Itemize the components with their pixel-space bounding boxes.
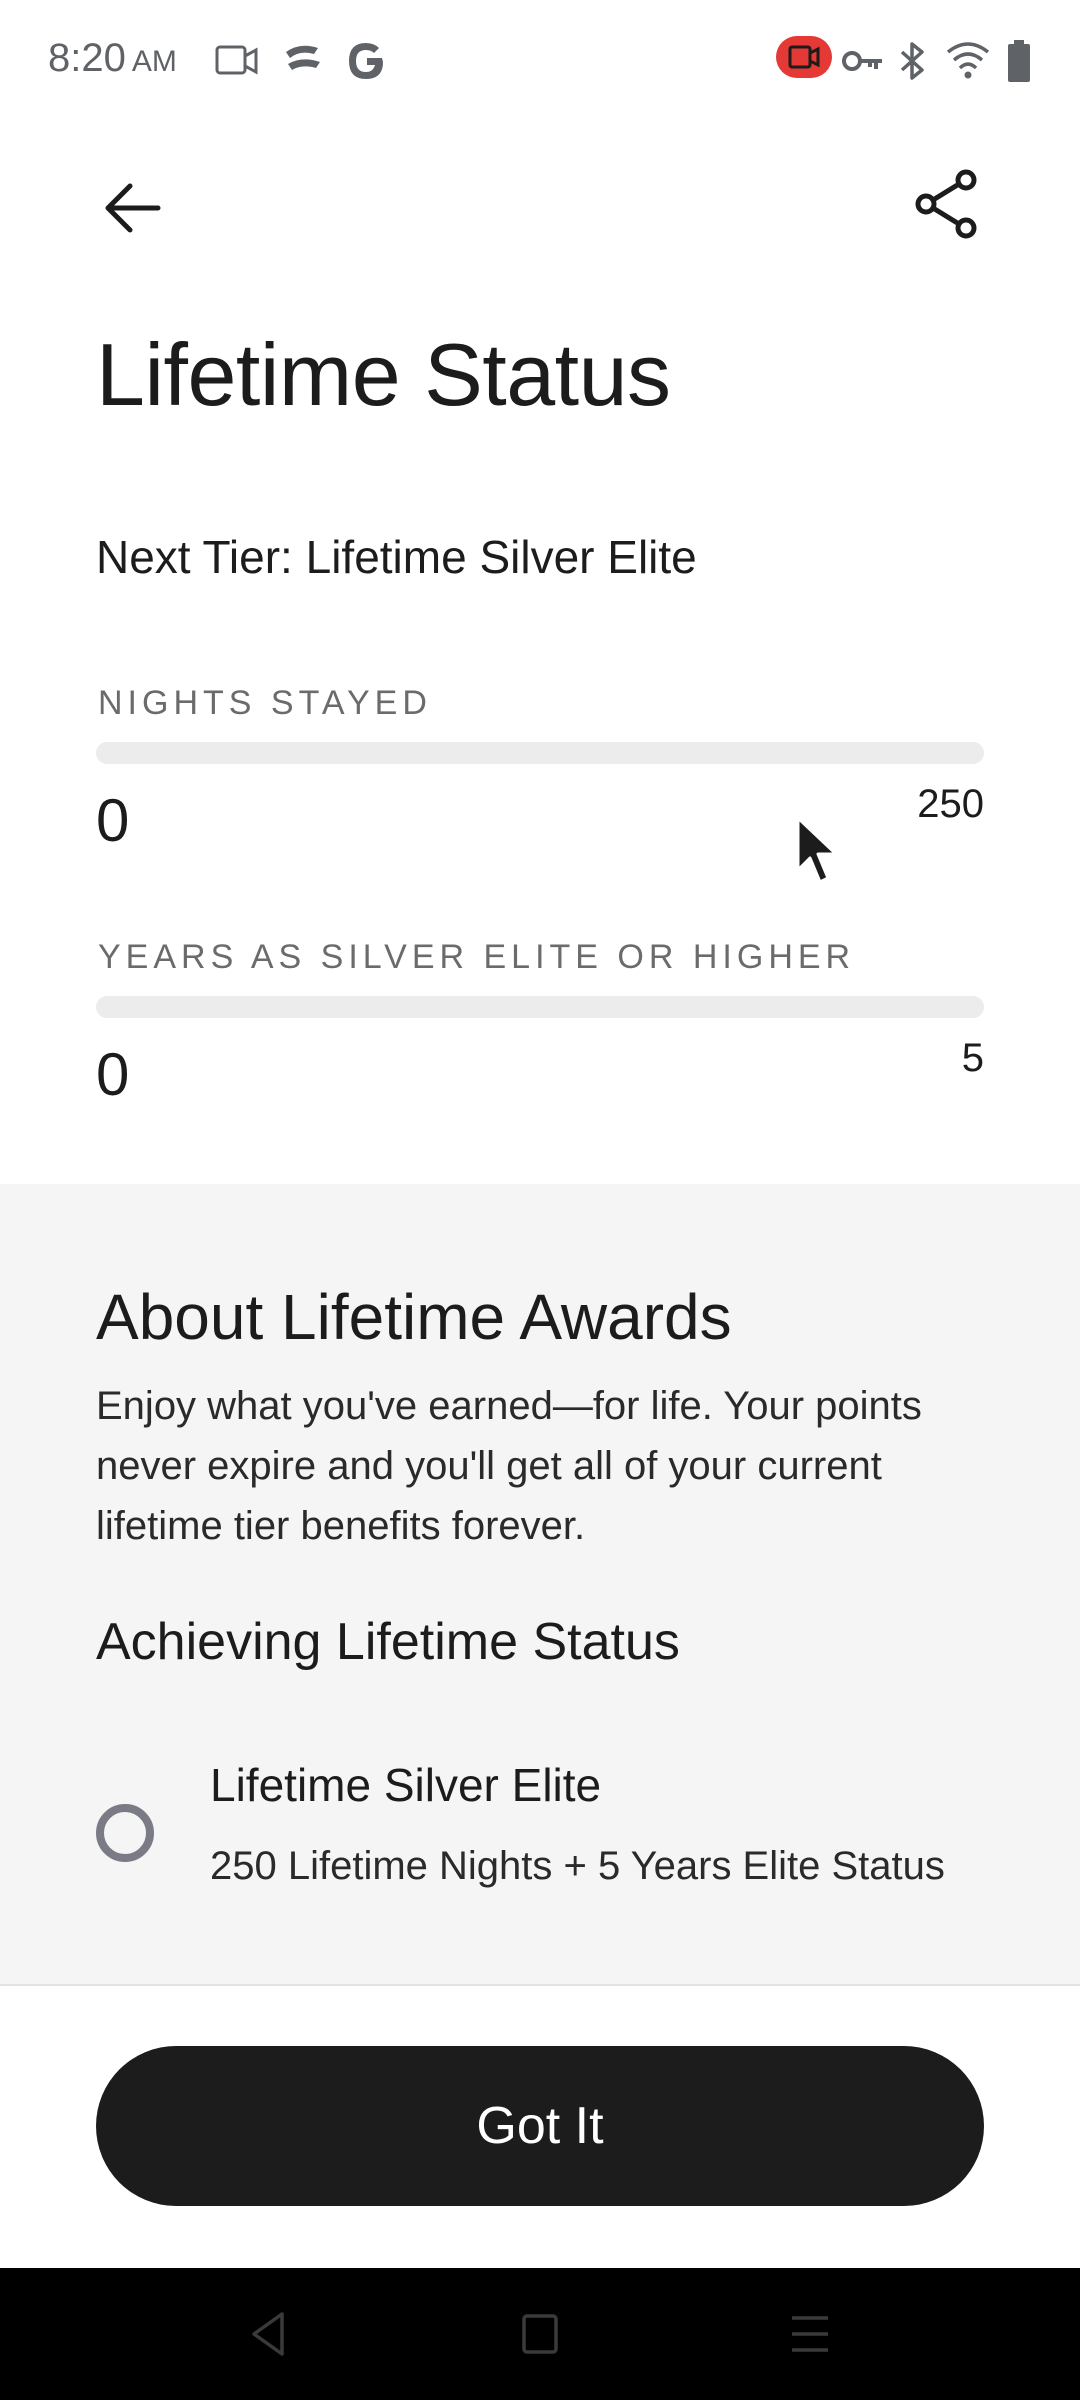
years-goal-value: 5 — [961, 1036, 984, 1080]
about-lifetime-awards-title: About Lifetime Awards — [96, 1281, 732, 1353]
back-button[interactable] — [96, 172, 168, 244]
achieving-status-title: Achieving Lifetime Status — [96, 1613, 680, 1671]
years-progress-bar — [96, 996, 984, 1018]
home-square-icon[interactable] — [516, 2308, 564, 2365]
nights-stayed-label: NIGHTS STAYED — [98, 684, 432, 722]
wifi-icon — [944, 38, 992, 89]
bluetooth-icon — [896, 38, 930, 89]
status-bar: 8:20 AM — [0, 0, 1080, 120]
nights-current-value: 0 — [96, 787, 130, 854]
tier-radio-icon — [96, 1804, 154, 1862]
tier-name: Lifetime Silver Elite — [210, 1759, 602, 1811]
arrow-left-icon — [105, 183, 161, 233]
cast-icon — [280, 38, 326, 89]
got-it-button[interactable]: Got It — [96, 2046, 984, 2206]
screen-record-icon — [214, 38, 260, 89]
footer-divider — [0, 1984, 1080, 1986]
years-current-value: 0 — [96, 1041, 130, 1108]
next-tier-text: Next Tier: Lifetime Silver Elite — [96, 531, 697, 583]
back-triangle-icon[interactable] — [244, 2308, 292, 2365]
nights-goal-value: 250 — [917, 782, 984, 826]
page-title: Lifetime Status — [96, 325, 671, 424]
mouse-cursor-icon — [794, 816, 842, 888]
tier-requirement: 250 Lifetime Nights + 5 Years Elite Stat… — [210, 1844, 945, 1888]
share-icon — [915, 169, 977, 239]
battery-icon — [1006, 38, 1032, 89]
recording-badge-icon — [776, 34, 832, 85]
google-g-icon — [344, 38, 390, 89]
about-lifetime-awards-body: Enjoy what you've earned—for life. Your … — [96, 1384, 922, 1548]
vpn-key-icon — [840, 38, 886, 89]
status-time: 8:20 AM — [48, 36, 177, 80]
recents-menu-icon[interactable] — [786, 2308, 834, 2365]
nights-progress-bar — [96, 742, 984, 764]
years-elite-label: YEARS AS SILVER ELITE OR HIGHER — [98, 938, 856, 976]
system-nav-bar — [0, 2268, 1080, 2400]
share-button[interactable] — [912, 168, 984, 240]
